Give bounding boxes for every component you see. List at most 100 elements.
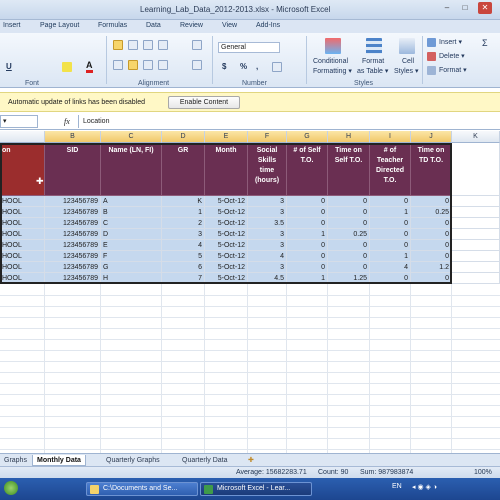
table-cell[interactable]: HOOL [0, 218, 45, 229]
align-middle-icon[interactable] [128, 40, 138, 50]
sheet-tab-graphs[interactable]: Graphs [0, 455, 31, 466]
empty-cell[interactable] [452, 143, 500, 196]
table-cell[interactable]: 5-Oct-12 [205, 229, 248, 240]
table-cell[interactable]: HOOL [0, 251, 45, 262]
table-cell[interactable]: 123456789 [45, 251, 101, 262]
table-cell[interactable]: 123456789 [45, 207, 101, 218]
table-cell[interactable]: 1.25 [328, 273, 370, 284]
fx-icon[interactable]: fx [64, 117, 70, 126]
table-cell[interactable]: 0 [411, 273, 452, 284]
table-cell[interactable]: F [101, 251, 162, 262]
insert-cells-icon[interactable] [427, 38, 436, 47]
tab-page-layout[interactable]: Page Layout [40, 22, 79, 29]
start-button-icon[interactable] [4, 481, 18, 495]
tab-review[interactable]: Review [180, 22, 203, 29]
table-cell[interactable]: 0 [411, 240, 452, 251]
worksheet-grid[interactable]: B C D E F G H I J Kon SID Name (LN, FI) GR Month Socia… [0, 131, 500, 453]
table-cell[interactable]: G [101, 262, 162, 273]
maximize-button[interactable]: □ [458, 2, 472, 14]
table-cell[interactable]: 0 [287, 262, 328, 273]
table-cell[interactable]: 6 [162, 262, 205, 273]
comma-button[interactable]: , [256, 62, 258, 71]
table-cell[interactable]: 0 [287, 251, 328, 262]
format-cells-icon[interactable] [427, 66, 436, 75]
table-cell[interactable]: HOOL [0, 229, 45, 240]
table-cell[interactable]: 0 [411, 251, 452, 262]
indent-icon[interactable] [158, 60, 168, 70]
tray-icons[interactable]: ◂ ◉ ◈ ◑ [412, 483, 437, 491]
underline-button[interactable]: U [6, 62, 12, 71]
table-cell[interactable]: 3 [248, 207, 287, 218]
table-header-cell[interactable]: # of Teacher Directed T.O. [370, 143, 411, 196]
sheet-tab-quarterly-data[interactable]: Quarterly Data [178, 455, 232, 466]
table-cell[interactable]: 4.5 [248, 273, 287, 284]
tab-view[interactable]: View [222, 22, 237, 29]
sigma-icon[interactable]: Σ [482, 38, 488, 48]
table-cell[interactable]: 123456789 [45, 218, 101, 229]
wrap-text-icon[interactable] [192, 40, 202, 50]
table-cell[interactable]: 1.2 [411, 262, 452, 273]
table-header-cell[interactable]: Time on TD T.O. [411, 143, 452, 196]
table-cell[interactable]: 7 [162, 273, 205, 284]
tab-insert[interactable]: Insert [3, 22, 21, 29]
conditional-formatting-icon[interactable] [325, 38, 341, 54]
table-cell[interactable]: 5-Oct-12 [205, 240, 248, 251]
number-format-combo[interactable]: General [218, 42, 280, 53]
table-cell[interactable]: 0 [287, 207, 328, 218]
table-cell[interactable]: A [101, 196, 162, 207]
decimal-icon[interactable] [272, 62, 282, 72]
merge-center-icon[interactable] [192, 60, 202, 70]
table-cell[interactable]: 0 [411, 196, 452, 207]
table-cell[interactable]: 0 [287, 240, 328, 251]
table-cell[interactable]: 0 [370, 273, 411, 284]
table-cell[interactable]: HOOL [0, 273, 45, 284]
table-cell[interactable]: HOOL [0, 262, 45, 273]
table-cell[interactable]: 1 [370, 207, 411, 218]
table-header-cell[interactable]: Social Skills time (hours) [248, 143, 287, 196]
column-header[interactable]: I [370, 131, 411, 143]
table-header-cell[interactable]: Name (LN, FI) [101, 143, 162, 196]
empty-cell[interactable] [452, 251, 500, 262]
orientation-icon[interactable] [158, 40, 168, 50]
column-header[interactable]: H [328, 131, 370, 143]
table-cell[interactable]: 0 [328, 207, 370, 218]
empty-cell[interactable] [452, 207, 500, 218]
table-header-cell[interactable]: # of Self T.O. [287, 143, 328, 196]
conditional-formatting-label2[interactable]: Formatting ▾ [313, 67, 352, 75]
table-cell[interactable]: E [101, 240, 162, 251]
fill-color-icon[interactable] [62, 62, 72, 72]
cell-styles-label[interactable]: Cell [402, 58, 414, 65]
table-cell[interactable]: 0 [370, 218, 411, 229]
table-cell[interactable]: 4 [162, 240, 205, 251]
table-cell[interactable]: 3 [248, 229, 287, 240]
column-header[interactable]: E [205, 131, 248, 143]
table-cell[interactable]: 5-Oct-12 [205, 218, 248, 229]
task-excel[interactable]: Microsoft Excel - Lear... [200, 482, 312, 496]
table-cell[interactable]: B [101, 207, 162, 218]
column-header[interactable] [0, 131, 45, 143]
insert-button[interactable]: Insert ▾ [439, 38, 462, 46]
column-header[interactable]: K [452, 131, 500, 143]
table-cell[interactable]: 0 [411, 229, 452, 240]
task-explorer[interactable]: C:\Documents and Se... [86, 482, 198, 496]
table-cell[interactable]: 1 [162, 207, 205, 218]
table-cell[interactable]: 5-Oct-12 [205, 196, 248, 207]
table-cell[interactable]: 0 [411, 218, 452, 229]
cell-styles-icon[interactable] [399, 38, 415, 54]
table-cell[interactable]: 3 [248, 262, 287, 273]
column-header[interactable]: J [411, 131, 452, 143]
table-cell[interactable]: 123456789 [45, 262, 101, 273]
name-box[interactable]: ▾ [0, 115, 38, 128]
align-left-icon[interactable] [113, 60, 123, 70]
tab-data[interactable]: Data [146, 22, 161, 29]
table-header-cell[interactable]: Time on Self T.O. [328, 143, 370, 196]
table-cell[interactable]: K [162, 196, 205, 207]
table-cell[interactable]: 123456789 [45, 196, 101, 207]
table-header-cell[interactable]: SID [45, 143, 101, 196]
table-cell[interactable]: 123456789 [45, 229, 101, 240]
zoom-level[interactable]: 100% [474, 469, 492, 476]
empty-cell[interactable] [452, 229, 500, 240]
table-cell[interactable]: 3 [248, 196, 287, 207]
table-cell[interactable]: HOOL [0, 196, 45, 207]
percent-button[interactable]: % [240, 62, 247, 71]
